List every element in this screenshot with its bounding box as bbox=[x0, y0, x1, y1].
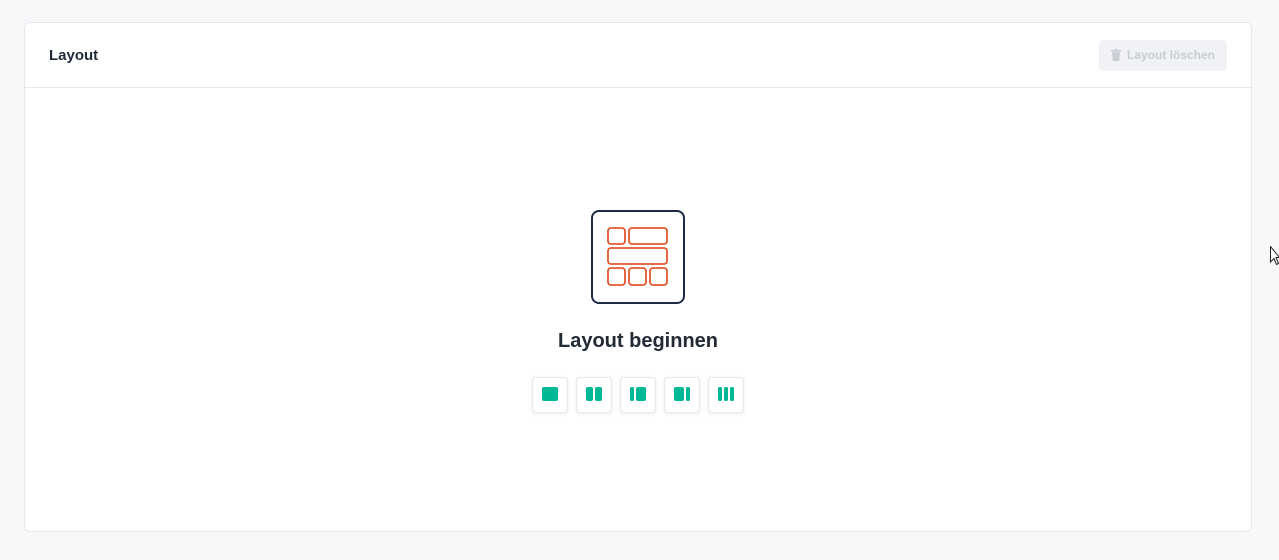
single-column-icon bbox=[542, 386, 558, 404]
wide-left-column-icon bbox=[674, 386, 690, 404]
layout-options bbox=[532, 377, 744, 413]
single-column-button[interactable] bbox=[532, 377, 568, 413]
two-column-icon bbox=[586, 386, 602, 404]
empty-state: Layout beginnen bbox=[25, 210, 1251, 413]
two-column-button[interactable] bbox=[576, 377, 612, 413]
wide-left-column-button[interactable] bbox=[664, 377, 700, 413]
card-header: Layout Layout löschen bbox=[25, 23, 1251, 88]
three-column-button[interactable] bbox=[708, 377, 744, 413]
card-title: Layout bbox=[49, 46, 99, 64]
layout-grid-icon bbox=[591, 210, 685, 304]
wide-right-column-button[interactable] bbox=[620, 377, 656, 413]
delete-layout-label: Layout löschen bbox=[1126, 48, 1215, 62]
mouse-cursor-icon bbox=[1270, 245, 1279, 266]
delete-layout-button[interactable]: Layout löschen bbox=[1098, 39, 1227, 71]
three-column-icon bbox=[718, 386, 734, 404]
card-body: Layout beginnen bbox=[25, 88, 1251, 532]
layout-card: Layout Layout löschen Layout beginnen bbox=[24, 22, 1252, 532]
empty-state-title: Layout beginnen bbox=[558, 330, 718, 352]
trash-icon bbox=[1110, 49, 1121, 61]
wide-right-column-icon bbox=[630, 386, 646, 404]
